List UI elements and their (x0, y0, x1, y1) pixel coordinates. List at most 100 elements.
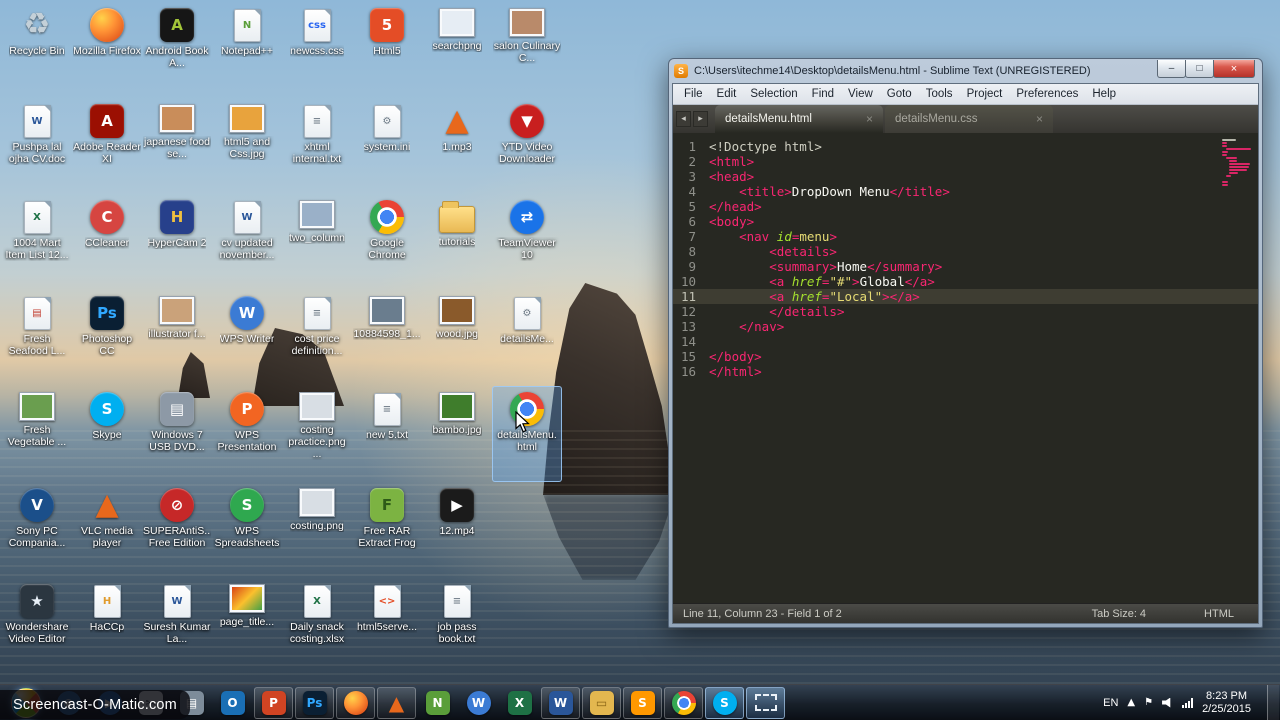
desktop-icon-new5-txt[interactable]: ≡ new 5.txt (352, 386, 422, 482)
menu-item-tools[interactable]: Tools (919, 88, 960, 100)
code-line[interactable]: 5 </head> (673, 199, 1258, 214)
code-line[interactable]: 9 <summary>Home</summary> (673, 259, 1258, 274)
code-line[interactable]: 13 </nav> (673, 319, 1258, 334)
desktop-icon-costing-png[interactable]: costing.png (282, 482, 352, 578)
code-line[interactable]: 14 (673, 334, 1258, 349)
show-desktop-button[interactable] (1267, 684, 1279, 720)
network-icon[interactable] (1182, 697, 1194, 708)
firefox-taskbar-button[interactable] (336, 686, 375, 719)
desktop-icon-firefox[interactable]: Mozilla Firefox (72, 2, 142, 98)
desktop-icon-tutorials-folder[interactable]: tutorials (422, 194, 492, 290)
desktop-icon-wood-jpg[interactable]: wood.jpg (422, 290, 492, 386)
desktop-icon-superantispyware[interactable]: ⊘ SUPERAntiS... Free Edition (142, 482, 212, 578)
desktop-icon-rar-extract-frog[interactable]: F Free RAR Extract Frog (352, 482, 422, 578)
desktop-icon-japanese-food[interactable]: japanese food se... (142, 98, 212, 194)
code-line[interactable]: 2 <html> (673, 154, 1258, 169)
excel-taskbar-button[interactable]: X (500, 687, 539, 719)
desktop-icon-google-chrome[interactable]: Google Chrome (352, 194, 422, 290)
powerpoint-taskbar-button[interactable]: P (254, 686, 293, 719)
vlc-taskbar-button[interactable]: ▲ (377, 686, 416, 719)
desktop-icon-cv-updated[interactable]: Wcv updated november... (212, 194, 282, 290)
desktop-icon-html5serve[interactable]: <> html5serve... (352, 578, 422, 674)
tab-detailsMenu-css[interactable]: detailsMenu.css × (885, 105, 1053, 133)
desktop-icon-html5-css-jpg[interactable]: html5 and Css.jpg (212, 98, 282, 194)
desktop-icon-fresh-vegetable[interactable]: Fresh Vegetable ... (2, 386, 72, 482)
desktop-icon-illustrator-file[interactable]: illustrator f... (142, 290, 212, 386)
code-line[interactable]: 16 </html> (673, 364, 1258, 379)
code-line[interactable]: 4 <title>DropDown Menu</title> (673, 184, 1258, 199)
minimize-button[interactable]: – (1157, 60, 1186, 78)
code-line[interactable]: 1 <!Doctype html> (673, 139, 1258, 154)
code-line[interactable]: 6 <body> (673, 214, 1258, 229)
desktop-icon-sony-pc-companion[interactable]: V Sony PC Compania... (2, 482, 72, 578)
language-indicator[interactable]: EN (1103, 697, 1118, 709)
menu-item-selection[interactable]: Selection (743, 88, 804, 100)
maximize-button[interactable]: □ (1185, 60, 1214, 78)
show-hidden-icons-button[interactable]: ▲ (1127, 697, 1135, 708)
action-center-icon[interactable]: ⚑ (1144, 697, 1153, 708)
tab-size-indicator[interactable]: Tab Size: 4 (1092, 608, 1146, 620)
menu-item-view[interactable]: View (841, 88, 880, 100)
desktop-icon-wps-spreadsheets[interactable]: S WPS Spreadsheets (212, 482, 282, 578)
notepad-plus-plus-taskbar-button[interactable]: N (418, 687, 457, 719)
desktop-icon-adobe-reader[interactable]: A Adobe Reader XI (72, 98, 142, 194)
desktop-icon-teamviewer[interactable]: ⇄ TeamViewer 10 (492, 194, 562, 290)
desktop-icon-bambo-jpg[interactable]: bambo.jpg (422, 386, 492, 482)
desktop-icon-salon-culinary[interactable]: salon Culinary C... (492, 2, 562, 98)
desktop-icon-windows-usb-dvd[interactable]: ▤ Windows 7 USB DVD... (142, 386, 212, 482)
desktop-icon-page-title[interactable]: page_title... (212, 578, 282, 674)
word-taskbar-button[interactable]: W (541, 686, 580, 719)
desktop-icon-job-pass-book[interactable]: ≡ job pass book.txt (422, 578, 492, 674)
desktop-icon-fresh-seafood[interactable]: ▤ Fresh Seafood L... (2, 290, 72, 386)
desktop-icon-wondershare-video-editor[interactable]: ★ Wondershare Video Editor (2, 578, 72, 674)
tab-detailsMenu-html[interactable]: detailsMenu.html × (715, 105, 883, 133)
outlook-taskbar-button[interactable]: O (213, 687, 252, 719)
sublime-text-taskbar-button[interactable]: S (623, 686, 662, 719)
menu-item-edit[interactable]: Edit (710, 88, 744, 100)
desktop-icon-photoshop[interactable]: Ps Photoshop CC (72, 290, 142, 386)
wps-writer-taskbar-button[interactable]: W (459, 687, 498, 719)
clock[interactable]: 8:23 PM 2/25/2015 (1202, 690, 1251, 716)
desktop-icon-pushpa-cv-doc[interactable]: W Pushpa lal ojha CV.doc (2, 98, 72, 194)
desktop-icon-mp3-1[interactable]: ▲ 1.mp3 (422, 98, 492, 194)
syntax-indicator[interactable]: HTML (1204, 608, 1234, 620)
code-line[interactable]: 8 <details> (673, 244, 1258, 259)
code-editor[interactable]: 1 <!Doctype html> 2 <html> 3 <head> 4 <title>D… (673, 133, 1258, 603)
photoshop-taskbar-button[interactable]: Ps (295, 686, 334, 719)
tab-close-icon[interactable]: × (1036, 112, 1043, 126)
menu-item-preferences[interactable]: Preferences (1009, 88, 1085, 100)
desktop-icon-wps-writer[interactable]: W WPS Writer (212, 290, 282, 386)
code-line[interactable]: 10 <a href="#">Global</a> (673, 274, 1258, 289)
menu-item-project[interactable]: Project (960, 88, 1010, 100)
desktop-icon-html5[interactable]: 5 Html5 (352, 2, 422, 98)
minimap[interactable] (1220, 137, 1256, 189)
menu-item-find[interactable]: Find (805, 88, 841, 100)
menu-item-goto[interactable]: Goto (880, 88, 919, 100)
desktop-icon-recycle-bin[interactable]: ♻ Recycle Bin (2, 2, 72, 98)
desktop-icon-skype[interactable]: S Skype (72, 386, 142, 482)
desktop-icon-two-column[interactable]: two_column (282, 194, 352, 290)
code-line[interactable]: 7 <nav id=menu> (673, 229, 1258, 244)
desktop-icon-suresh-kumar[interactable]: W Suresh Kumar La... (142, 578, 212, 674)
desktop-icon-hypercam[interactable]: H HyperCam 2 (142, 194, 212, 290)
menu-item-help[interactable]: Help (1085, 88, 1123, 100)
desktop-icon-haccp[interactable]: H HaCCp (72, 578, 142, 674)
desktop-icon-vlc[interactable]: ▲ VLC media player (72, 482, 142, 578)
tab-scroll-left-icon[interactable]: ◂ (676, 111, 691, 127)
code-line[interactable]: 15 </body> (673, 349, 1258, 364)
desktop-icon-daily-snack-xlsx[interactable]: X Daily snack costing.xlsx (282, 578, 352, 674)
chrome-taskbar-button[interactable] (664, 686, 703, 719)
desktop-icon-mart-item-list[interactable]: X 1004 Mart Item List 12... (2, 194, 72, 290)
desktop-icon-wps-presentation[interactable]: P WPS Presentation (212, 386, 282, 482)
volume-icon[interactable] (1162, 697, 1171, 708)
desktop-icon-system-ini[interactable]: ⚙ system.ini (352, 98, 422, 194)
desktop-icon-newcss-css[interactable]: css newcss.css (282, 2, 352, 98)
tab-close-icon[interactable]: × (866, 112, 873, 126)
desktop-icon-cost-price[interactable]: ≡ cost price definition... (282, 290, 352, 386)
desktop-icon-detailsmenu-css[interactable]: ⚙ detailsMe... (492, 290, 562, 386)
code-line[interactable]: 3 <head> (673, 169, 1258, 184)
desktop-icon-ccleaner[interactable]: C CCleaner (72, 194, 142, 290)
desktop-icon-searchpng[interactable]: searchpng (422, 2, 492, 98)
skype-taskbar-button[interactable]: S (705, 686, 744, 719)
close-button[interactable]: × (1213, 60, 1255, 78)
